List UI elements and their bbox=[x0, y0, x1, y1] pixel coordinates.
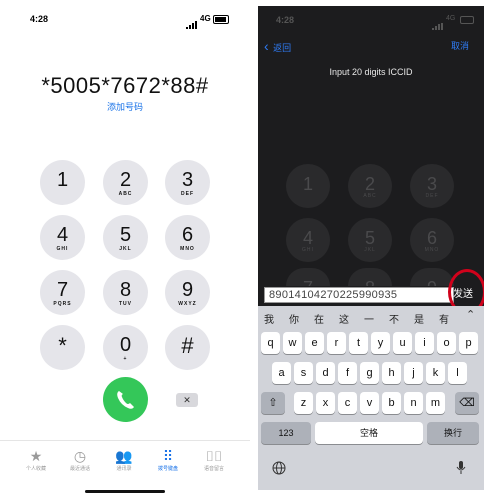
phone-icon bbox=[117, 391, 134, 409]
candidate-word[interactable]: 这 bbox=[339, 311, 349, 326]
delete-icon: ✕ bbox=[183, 395, 191, 405]
key-w[interactable]: w bbox=[283, 332, 302, 354]
key-4[interactable]: 4 GHI bbox=[40, 215, 85, 260]
key-5[interactable]: 5 JKL bbox=[103, 215, 148, 260]
dim-key-6: 6 MNO bbox=[410, 218, 454, 262]
key-h[interactable]: h bbox=[382, 362, 401, 384]
microphone-icon[interactable] bbox=[456, 460, 466, 481]
phone-dialer-screen: 4:28 4G *5005*7672*88# 添加号码 1 2 ABC 3 DEF … bbox=[0, 0, 250, 500]
dim-key-4: 4 GHI bbox=[286, 218, 330, 262]
key-c[interactable]: c bbox=[338, 392, 357, 414]
space-key[interactable]: 空格 bbox=[315, 422, 423, 444]
iccid-input-screen: 4:28 4G ‹ 返回 取消 Input 20 digits ICCID 1 … bbox=[258, 6, 484, 490]
star-icon: ★ bbox=[29, 448, 43, 464]
key-6[interactable]: 6 MNO bbox=[165, 215, 210, 260]
dim-key-3: 3 DEF bbox=[410, 164, 454, 208]
key-n[interactable]: n bbox=[404, 392, 423, 414]
dim-key-7: 7 bbox=[286, 268, 330, 286]
dim-key-9: 9 bbox=[410, 268, 454, 286]
iccid-input[interactable]: 89014104270225990935 bbox=[264, 287, 454, 303]
backspace-icon: ⌫ bbox=[459, 397, 475, 409]
key-l[interactable]: l bbox=[448, 362, 467, 384]
key-k[interactable]: k bbox=[426, 362, 445, 384]
dialog-title: Input 20 digits ICCID bbox=[329, 67, 413, 77]
shift-icon: ⇧ bbox=[268, 397, 278, 409]
clock-icon: ◷ bbox=[73, 448, 87, 464]
keyboard: 我 你 在 这 一 不 是 有 ⌃ q w e r t y u i o p a … bbox=[258, 306, 484, 490]
network-label: 4G bbox=[200, 14, 211, 23]
voicemail-icon: ⌷⌷ bbox=[205, 448, 223, 464]
key-hash[interactable]: # bbox=[165, 325, 210, 370]
key-q[interactable]: q bbox=[261, 332, 280, 354]
status-time: 4:28 bbox=[276, 15, 295, 25]
key-9[interactable]: 9 WXYZ bbox=[165, 270, 210, 315]
return-key[interactable]: 换行 bbox=[427, 422, 479, 444]
key-p[interactable]: p bbox=[459, 332, 478, 354]
chevron-left-icon: ‹ bbox=[264, 38, 269, 54]
contacts-icon: 👥 bbox=[115, 448, 133, 464]
tab-recents[interactable]: ◷ 最近通话 bbox=[60, 448, 100, 472]
keypad-icon: ⠿ bbox=[162, 448, 174, 464]
key-a[interactable]: a bbox=[272, 362, 291, 384]
candidate-word[interactable]: 你 bbox=[289, 311, 299, 326]
key-r[interactable]: r bbox=[327, 332, 346, 354]
delete-button[interactable]: ✕ bbox=[176, 393, 198, 407]
key-e[interactable]: e bbox=[305, 332, 324, 354]
backspace-key[interactable]: ⌫ bbox=[455, 392, 479, 414]
key-7[interactable]: 7 PQRS bbox=[40, 270, 85, 315]
dim-key-1: 1 bbox=[286, 164, 330, 208]
key-y[interactable]: y bbox=[371, 332, 390, 354]
candidate-word[interactable]: 不 bbox=[389, 311, 399, 326]
tab-contacts[interactable]: 👥 通讯录 bbox=[104, 448, 144, 472]
key-j[interactable]: j bbox=[404, 362, 423, 384]
signal-icon bbox=[432, 17, 444, 35]
key-b[interactable]: b bbox=[382, 392, 401, 414]
candidate-word[interactable]: 我 bbox=[264, 311, 274, 326]
globe-icon[interactable] bbox=[272, 461, 286, 480]
tab-favorites[interactable]: ★ 个人收藏 bbox=[16, 448, 56, 472]
key-z[interactable]: z bbox=[294, 392, 313, 414]
candidate-word[interactable]: 有 bbox=[439, 311, 449, 326]
network-label: 4G bbox=[446, 15, 456, 22]
battery-icon bbox=[460, 16, 474, 24]
key-1[interactable]: 1 bbox=[40, 160, 85, 205]
key-o[interactable]: o bbox=[437, 332, 456, 354]
back-button[interactable]: ‹ 返回 bbox=[264, 38, 291, 56]
signal-icon bbox=[186, 16, 200, 34]
candidate-word[interactable]: 在 bbox=[314, 311, 324, 326]
key-f[interactable]: f bbox=[338, 362, 357, 384]
dialed-number: *5005*7672*88# bbox=[41, 73, 209, 98]
key-3[interactable]: 3 DEF bbox=[165, 160, 210, 205]
add-number-link[interactable]: 添加号码 bbox=[0, 100, 250, 113]
status-time: 4:28 bbox=[30, 14, 49, 24]
key-8[interactable]: 8 TUV bbox=[103, 270, 148, 315]
key-s[interactable]: s bbox=[294, 362, 313, 384]
candidate-word[interactable]: 是 bbox=[414, 311, 424, 326]
home-indicator bbox=[85, 490, 165, 493]
tabbar-divider bbox=[0, 440, 250, 441]
chevron-up-icon[interactable]: ⌃ bbox=[466, 308, 475, 321]
key-v[interactable]: v bbox=[360, 392, 379, 414]
key-x[interactable]: x bbox=[316, 392, 335, 414]
key-2[interactable]: 2 ABC bbox=[103, 160, 148, 205]
cancel-button[interactable]: 取消 bbox=[451, 39, 469, 52]
key-d[interactable]: d bbox=[316, 362, 335, 384]
candidate-word[interactable]: 一 bbox=[364, 311, 374, 326]
key-0[interactable]: 0 + bbox=[103, 325, 148, 370]
battery-icon bbox=[213, 15, 229, 24]
key-g[interactable]: g bbox=[360, 362, 379, 384]
numbers-key[interactable]: 123 bbox=[261, 422, 311, 444]
tab-voicemail[interactable]: ⌷⌷ 语音留言 bbox=[194, 448, 234, 472]
key-star[interactable]: * bbox=[40, 325, 85, 370]
dim-key-2: 2 ABC bbox=[348, 164, 392, 208]
key-i[interactable]: i bbox=[415, 332, 434, 354]
key-u[interactable]: u bbox=[393, 332, 412, 354]
tab-keypad[interactable]: ⠿ 拨号键盘 bbox=[148, 448, 188, 472]
key-t[interactable]: t bbox=[349, 332, 368, 354]
key-m[interactable]: m bbox=[426, 392, 445, 414]
dim-key-8: 8 bbox=[348, 268, 392, 286]
shift-key[interactable]: ⇧ bbox=[261, 392, 285, 414]
call-button[interactable] bbox=[103, 377, 148, 422]
dim-key-5: 5 JKL bbox=[348, 218, 392, 262]
